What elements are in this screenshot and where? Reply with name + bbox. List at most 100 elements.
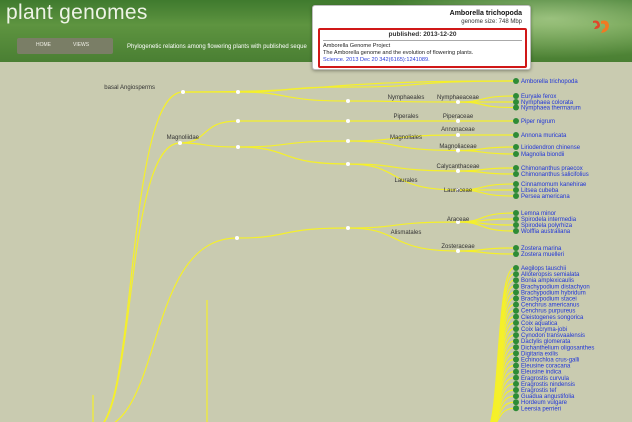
branch-basal-upper: [237, 86, 349, 93]
tip-label-guadua-angustifolia[interactable]: Guadua angustifolia: [521, 394, 575, 400]
tip-node[interactable]: [513, 245, 519, 251]
clade-label-calycanthaceae: Calycanthaceae: [436, 164, 480, 170]
tip-label-dichanthelium-oligosanthes[interactable]: Dichanthelium oligosanthes: [521, 345, 594, 351]
tip-label-digitaria-exilis[interactable]: Digitaria exilis: [521, 351, 558, 357]
tip-node[interactable]: [513, 210, 519, 216]
tip-node[interactable]: [513, 313, 519, 320]
tip-label-cenchrus-purpureus[interactable]: Cenchrus purpureus: [521, 309, 575, 315]
tip-label-nymphaea-thermarum[interactable]: Nymphaea thermarum: [521, 106, 581, 112]
node-magn[interactable]: [178, 141, 182, 145]
tip-node[interactable]: [513, 332, 519, 339]
menu-home[interactable]: HOME: [36, 42, 51, 48]
tip-node[interactable]: [513, 289, 519, 296]
tip-node[interactable]: [513, 151, 519, 157]
site-logo-icon[interactable]: [591, 17, 611, 37]
tip-node[interactable]: [513, 380, 519, 387]
tip-node[interactable]: [513, 387, 519, 393]
tip-node[interactable]: [513, 326, 519, 332]
tip-node[interactable]: [513, 362, 519, 369]
tip-node[interactable]: [513, 374, 519, 381]
tip-node[interactable]: [513, 405, 519, 412]
tip-label-annona-muricata[interactable]: Annona muricata: [521, 133, 567, 139]
tip-node[interactable]: [513, 187, 519, 193]
tip-node[interactable]: [513, 265, 519, 271]
tip-label-brachypodium-distachyon[interactable]: Brachypodium distachyon: [521, 284, 590, 290]
tip-label-coix-aquatica[interactable]: Coix aquatica: [521, 321, 558, 327]
node-alis[interactable]: [346, 226, 350, 230]
tip-label-dactylis-glomerata[interactable]: Dactylis glomerata: [521, 339, 571, 345]
tip-label-eragrostis-tef[interactable]: Eragrostis tef: [521, 388, 557, 394]
tip-node[interactable]: [513, 144, 519, 150]
node-pip2[interactable]: [346, 119, 350, 123]
tip-node[interactable]: [513, 118, 519, 124]
tip-label-eragrostis-nindensis[interactable]: Eragrostis nindensis: [521, 382, 575, 388]
tip-label-magnolia-biondii[interactable]: Magnolia biondii: [521, 152, 564, 158]
tip-node[interactable]: [513, 295, 519, 302]
tip-node[interactable]: [513, 393, 519, 400]
tip-label-cynodon-transvaalensis[interactable]: Cynodon transvaalensis: [521, 333, 585, 339]
tip-node[interactable]: [513, 301, 519, 308]
main-menu: HOME VIEWS: [17, 38, 113, 54]
publication-citation-link[interactable]: Science. 2013 Dec 20 342(6165):1241089.: [323, 57, 430, 63]
tip-label-liriodendron-chinense[interactable]: Liriodendron chinense: [521, 145, 581, 151]
tip-node[interactable]: [513, 277, 519, 284]
node-nymp[interactable]: [236, 90, 240, 94]
tip-label-hordeum-vulgare[interactable]: Hordeum vulgare: [521, 400, 568, 406]
tip-label-cleistogenes-songorica[interactable]: Cleistogenes songorica: [521, 315, 584, 321]
tip-node[interactable]: [513, 99, 519, 105]
site-title[interactable]: plant genomes: [6, 1, 148, 25]
tip-label-chimonanthus-salicifolius[interactable]: Chimonanthus salicifolius: [521, 172, 589, 178]
tip-node[interactable]: [513, 356, 519, 363]
tip-node[interactable]: [513, 251, 519, 257]
branch-magnoliids-core: [179, 142, 239, 148]
tip-label-zostera-muelleri[interactable]: Zostera muelleri: [521, 252, 564, 258]
tip-node[interactable]: [513, 93, 519, 99]
tip-label-echinochloa-crus-galli[interactable]: Echinochloa crus-galli: [521, 358, 579, 364]
tip-node[interactable]: [513, 216, 519, 222]
tip-node[interactable]: [513, 78, 519, 84]
menu-views[interactable]: VIEWS: [73, 42, 89, 48]
tip-node[interactable]: [513, 307, 519, 314]
tip-node[interactable]: [513, 132, 519, 138]
tip-label-leersia-perrieri[interactable]: Leersia perrieri: [521, 406, 561, 412]
node-mag2[interactable]: [346, 139, 350, 143]
popup-genome-size: genome size: 748 Mbp: [461, 19, 522, 25]
tip-label-piper-nigrum[interactable]: Piper nigrum: [521, 119, 555, 125]
tip-node[interactable]: [513, 350, 519, 357]
tip-label-aegilops-tauschii[interactable]: Aegilops tauschii: [521, 266, 566, 272]
tip-label-coix-lacryma-jobi[interactable]: Coix lacryma-jobi: [521, 327, 567, 333]
tip-label-persea-americana[interactable]: Persea americana: [521, 194, 570, 200]
node-ann[interactable]: [456, 133, 460, 137]
node-basal[interactable]: [181, 90, 185, 94]
tip-node[interactable]: [513, 165, 519, 171]
tip-label-brachypodium-hybridum[interactable]: Brachypodium hybridum: [521, 290, 586, 296]
tip-node[interactable]: [513, 171, 519, 177]
node-mag1[interactable]: [236, 145, 240, 149]
tip-node[interactable]: [513, 368, 519, 375]
node-monocot[interactable]: [235, 236, 239, 240]
tip-label-eleusine-indica[interactable]: Eleusine indica: [521, 370, 562, 376]
tip-node[interactable]: [513, 283, 519, 290]
tip-node[interactable]: [513, 319, 519, 326]
tip-label-wolffia-australiana[interactable]: Wolffia australiana: [521, 229, 571, 235]
tip-node[interactable]: [513, 344, 519, 351]
tip-node[interactable]: [513, 338, 519, 345]
node-nymp2[interactable]: [346, 99, 350, 103]
tip-label-amborella-trichopoda[interactable]: Amborella trichopoda: [521, 79, 578, 85]
tip-label-eragrostis-curvula[interactable]: Eragrostis curvula: [521, 376, 570, 382]
tip-node[interactable]: [513, 193, 519, 199]
tip-node[interactable]: [513, 228, 519, 234]
tip-node[interactable]: [513, 104, 519, 111]
tip-node[interactable]: [513, 271, 519, 278]
tip-label-eleusine-coracana[interactable]: Eleusine coracana: [521, 364, 571, 370]
tip-label-bonia-amplexicaulis[interactable]: Bonia amplexicaulis: [521, 278, 574, 284]
tip-node[interactable]: [513, 181, 519, 187]
tip-node[interactable]: [513, 222, 519, 228]
tip-label-cenchrus-americanus[interactable]: Cenchrus americanus: [521, 303, 579, 309]
tip-label-brachypodium-stacei[interactable]: Brachypodium stacei: [521, 297, 577, 303]
tip-node[interactable]: [513, 399, 519, 406]
node-pip1[interactable]: [236, 119, 240, 123]
node-laur[interactable]: [346, 162, 350, 166]
tip-label-alloteropsis-semialata[interactable]: Alloteropsis semialata: [521, 272, 580, 278]
clade-label-annonaceae: Annonaceae: [441, 127, 475, 133]
